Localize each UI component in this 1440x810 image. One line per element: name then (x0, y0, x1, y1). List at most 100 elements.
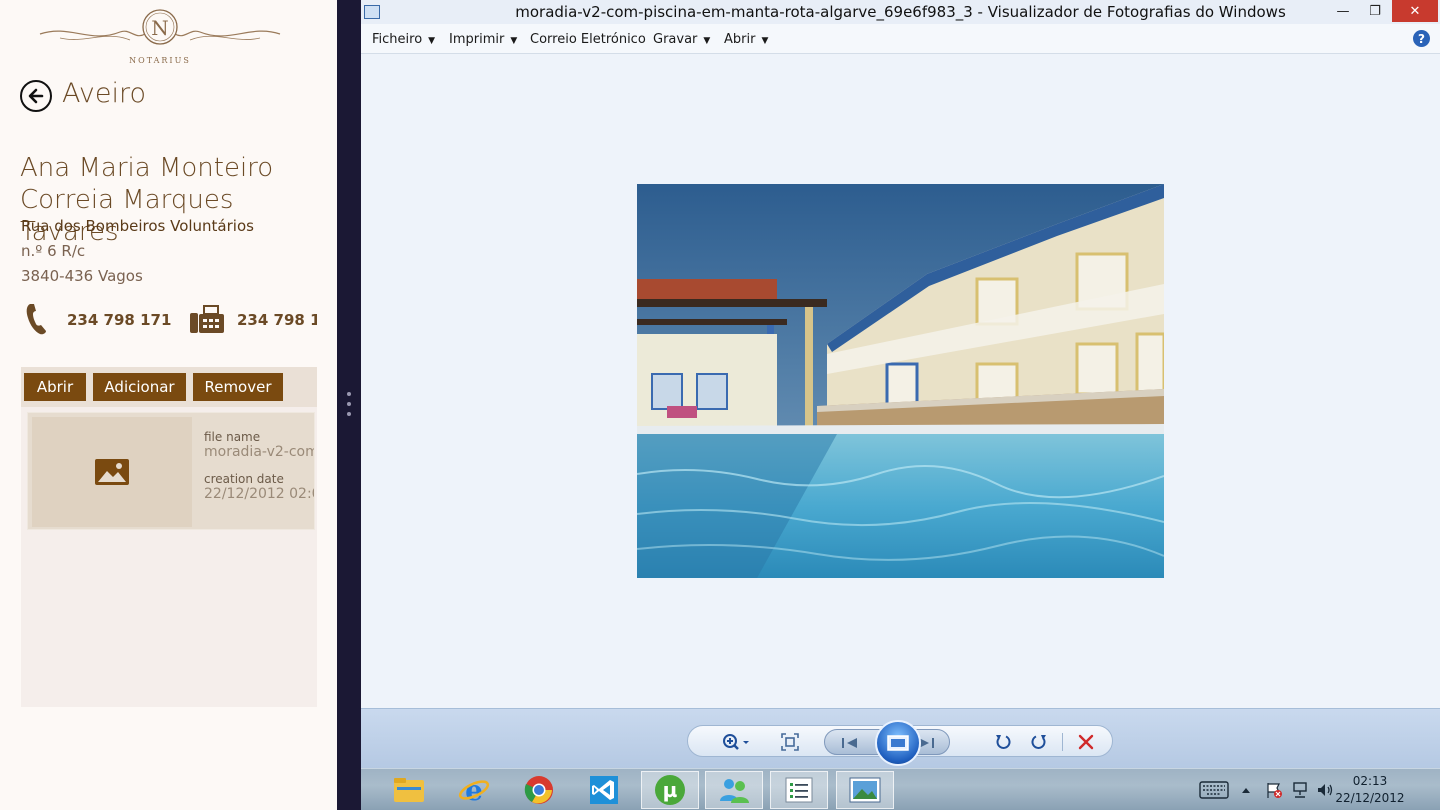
phone-number[interactable]: 234 798 171 (67, 311, 171, 329)
help-button[interactable]: ? (1413, 30, 1430, 47)
open-file-button[interactable]: Abrir (24, 373, 86, 401)
taskbar-photo-viewer[interactable] (836, 771, 894, 809)
svg-text:µ: µ (663, 778, 678, 802)
menu-abrir-label: Abrir (724, 32, 756, 47)
fit-window-icon (781, 733, 799, 751)
taskbar-task-list[interactable] (770, 771, 828, 809)
creation-date-label: creation date (204, 472, 284, 486)
creation-date-value: 22/12/2012 02:07 (204, 486, 314, 502)
maximize-button[interactable]: ❐ (1361, 0, 1389, 22)
address-postal: 3840-436 Vagos (21, 267, 143, 285)
taskbar-file-explorer[interactable] (380, 771, 438, 809)
menu-ficheiro[interactable]: Ficheiro ▼ (372, 32, 435, 47)
title-bar[interactable]: moradia-v2-com-piscina-em-manta-rota-alg… (361, 0, 1440, 24)
file-tile[interactable]: file name moradia-v2-com creation date 2… (27, 412, 315, 530)
dropdown-caret-icon: ▼ (510, 36, 518, 46)
playback-controls (687, 720, 1113, 766)
image-file-icon (95, 459, 129, 485)
delete-icon (1078, 734, 1094, 750)
logo-wordmark: NOTARIUS (129, 56, 191, 65)
taskbar-utorrent[interactable]: µ (641, 771, 699, 809)
taskbar-internet-explorer[interactable]: e (445, 771, 503, 809)
zoom-button[interactable] (718, 730, 754, 754)
fax-icon (189, 304, 225, 334)
chevron-up-icon (1242, 788, 1250, 793)
snap-splitter[interactable] (337, 0, 361, 810)
file-name-label: file name (204, 430, 261, 444)
photo-viewer-icon (849, 777, 881, 803)
rotate-right-button[interactable] (1026, 730, 1052, 754)
taskbar: e µ 02:13 22/12/2012 (361, 768, 1440, 810)
action-center-button[interactable] (1263, 779, 1285, 801)
show-hidden-icons-button[interactable] (1239, 779, 1253, 801)
splitter-grip-dot (347, 392, 351, 396)
menu-gravar-label: Gravar (653, 32, 698, 47)
people-icon (720, 779, 749, 803)
volume-button[interactable] (1314, 779, 1336, 801)
back-button[interactable] (20, 80, 52, 112)
svg-text:e: e (465, 774, 483, 806)
dropdown-caret-icon: ▼ (428, 36, 436, 46)
task-list-icon (785, 777, 813, 803)
system-clock[interactable]: 02:13 22/12/2012 (1335, 773, 1405, 807)
viewer-control-bar (361, 708, 1440, 768)
control-divider (1062, 733, 1063, 751)
file-thumbnail (32, 417, 192, 527)
files-toolbar: Abrir Adicionar Remover (21, 367, 317, 407)
fax-number[interactable]: 234 798 173 (237, 311, 317, 329)
clock-time: 02:13 (1352, 774, 1388, 788)
menu-correio[interactable]: Correio Eletrónico (530, 32, 646, 47)
page-title: Aveiro (62, 78, 147, 109)
logo-ornament-icon: N (39, 9, 281, 45)
delete-button[interactable] (1073, 730, 1099, 754)
network-button[interactable] (1289, 779, 1311, 801)
splitter-grip-dot (347, 402, 351, 406)
action-center-flag-icon (1267, 783, 1282, 798)
add-file-button[interactable]: Adicionar (93, 373, 186, 401)
keyboard-icon (1199, 781, 1229, 799)
speaker-icon (1318, 784, 1333, 796)
visual-studio-icon (590, 776, 618, 804)
splitter-grip-dot (347, 412, 351, 416)
files-panel: Abrir Adicionar Remover file name moradi… (21, 367, 317, 707)
window-title: moradia-v2-com-piscina-em-manta-rota-alg… (515, 3, 1286, 21)
notarius-app: N NOTARIUS Aveiro Ana Maria Monteiro Cor… (0, 0, 337, 810)
address-number: n.º 6 R/c (21, 242, 86, 260)
menu-bar: Ficheiro ▼ Imprimir ▼ Correio Eletrónico G… (361, 24, 1440, 54)
file-explorer-icon (394, 778, 424, 802)
menu-imprimir[interactable]: Imprimir ▼ (449, 32, 517, 47)
close-button[interactable]: ✕ (1392, 0, 1438, 22)
chrome-icon (524, 776, 553, 804)
menu-abrir[interactable]: Abrir ▼ (724, 32, 768, 47)
file-name-value: moradia-v2-com (204, 444, 315, 460)
logo-monogram: N (151, 16, 169, 40)
slideshow-icon (887, 735, 909, 751)
touch-keyboard-button[interactable] (1197, 779, 1231, 801)
menu-imprimir-label: Imprimir (449, 32, 505, 47)
internet-explorer-icon: e (458, 774, 490, 806)
taskbar-people[interactable] (705, 771, 763, 809)
rotate-left-icon (996, 735, 1011, 749)
actual-size-button[interactable] (777, 730, 803, 754)
menu-ficheiro-label: Ficheiro (372, 32, 423, 47)
rotate-right-icon (1031, 735, 1046, 749)
menu-gravar[interactable]: Gravar ▼ (653, 32, 710, 47)
taskbar-visual-studio[interactable] (575, 771, 633, 809)
displayed-photo[interactable] (637, 184, 1164, 578)
menu-correio-label: Correio Eletrónico (530, 32, 646, 47)
previous-icon (842, 738, 857, 748)
back-arrow-icon (28, 88, 44, 104)
pool-villa-photo (637, 184, 1164, 578)
dropdown-caret-icon: ▼ (703, 36, 711, 46)
previous-button[interactable] (837, 731, 863, 755)
photo-viewer-window: moradia-v2-com-piscina-em-manta-rota-alg… (361, 0, 1440, 768)
rotate-left-button[interactable] (990, 730, 1016, 754)
minimize-button[interactable]: — (1329, 0, 1357, 22)
taskbar-chrome[interactable] (510, 771, 568, 809)
zoom-icon (723, 734, 749, 750)
network-icon (1293, 782, 1307, 798)
clock-date: 22/12/2012 (1335, 791, 1405, 805)
utorrent-icon: µ (655, 775, 685, 805)
slideshow-button[interactable] (875, 720, 921, 766)
remove-file-button[interactable]: Remover (193, 373, 283, 401)
